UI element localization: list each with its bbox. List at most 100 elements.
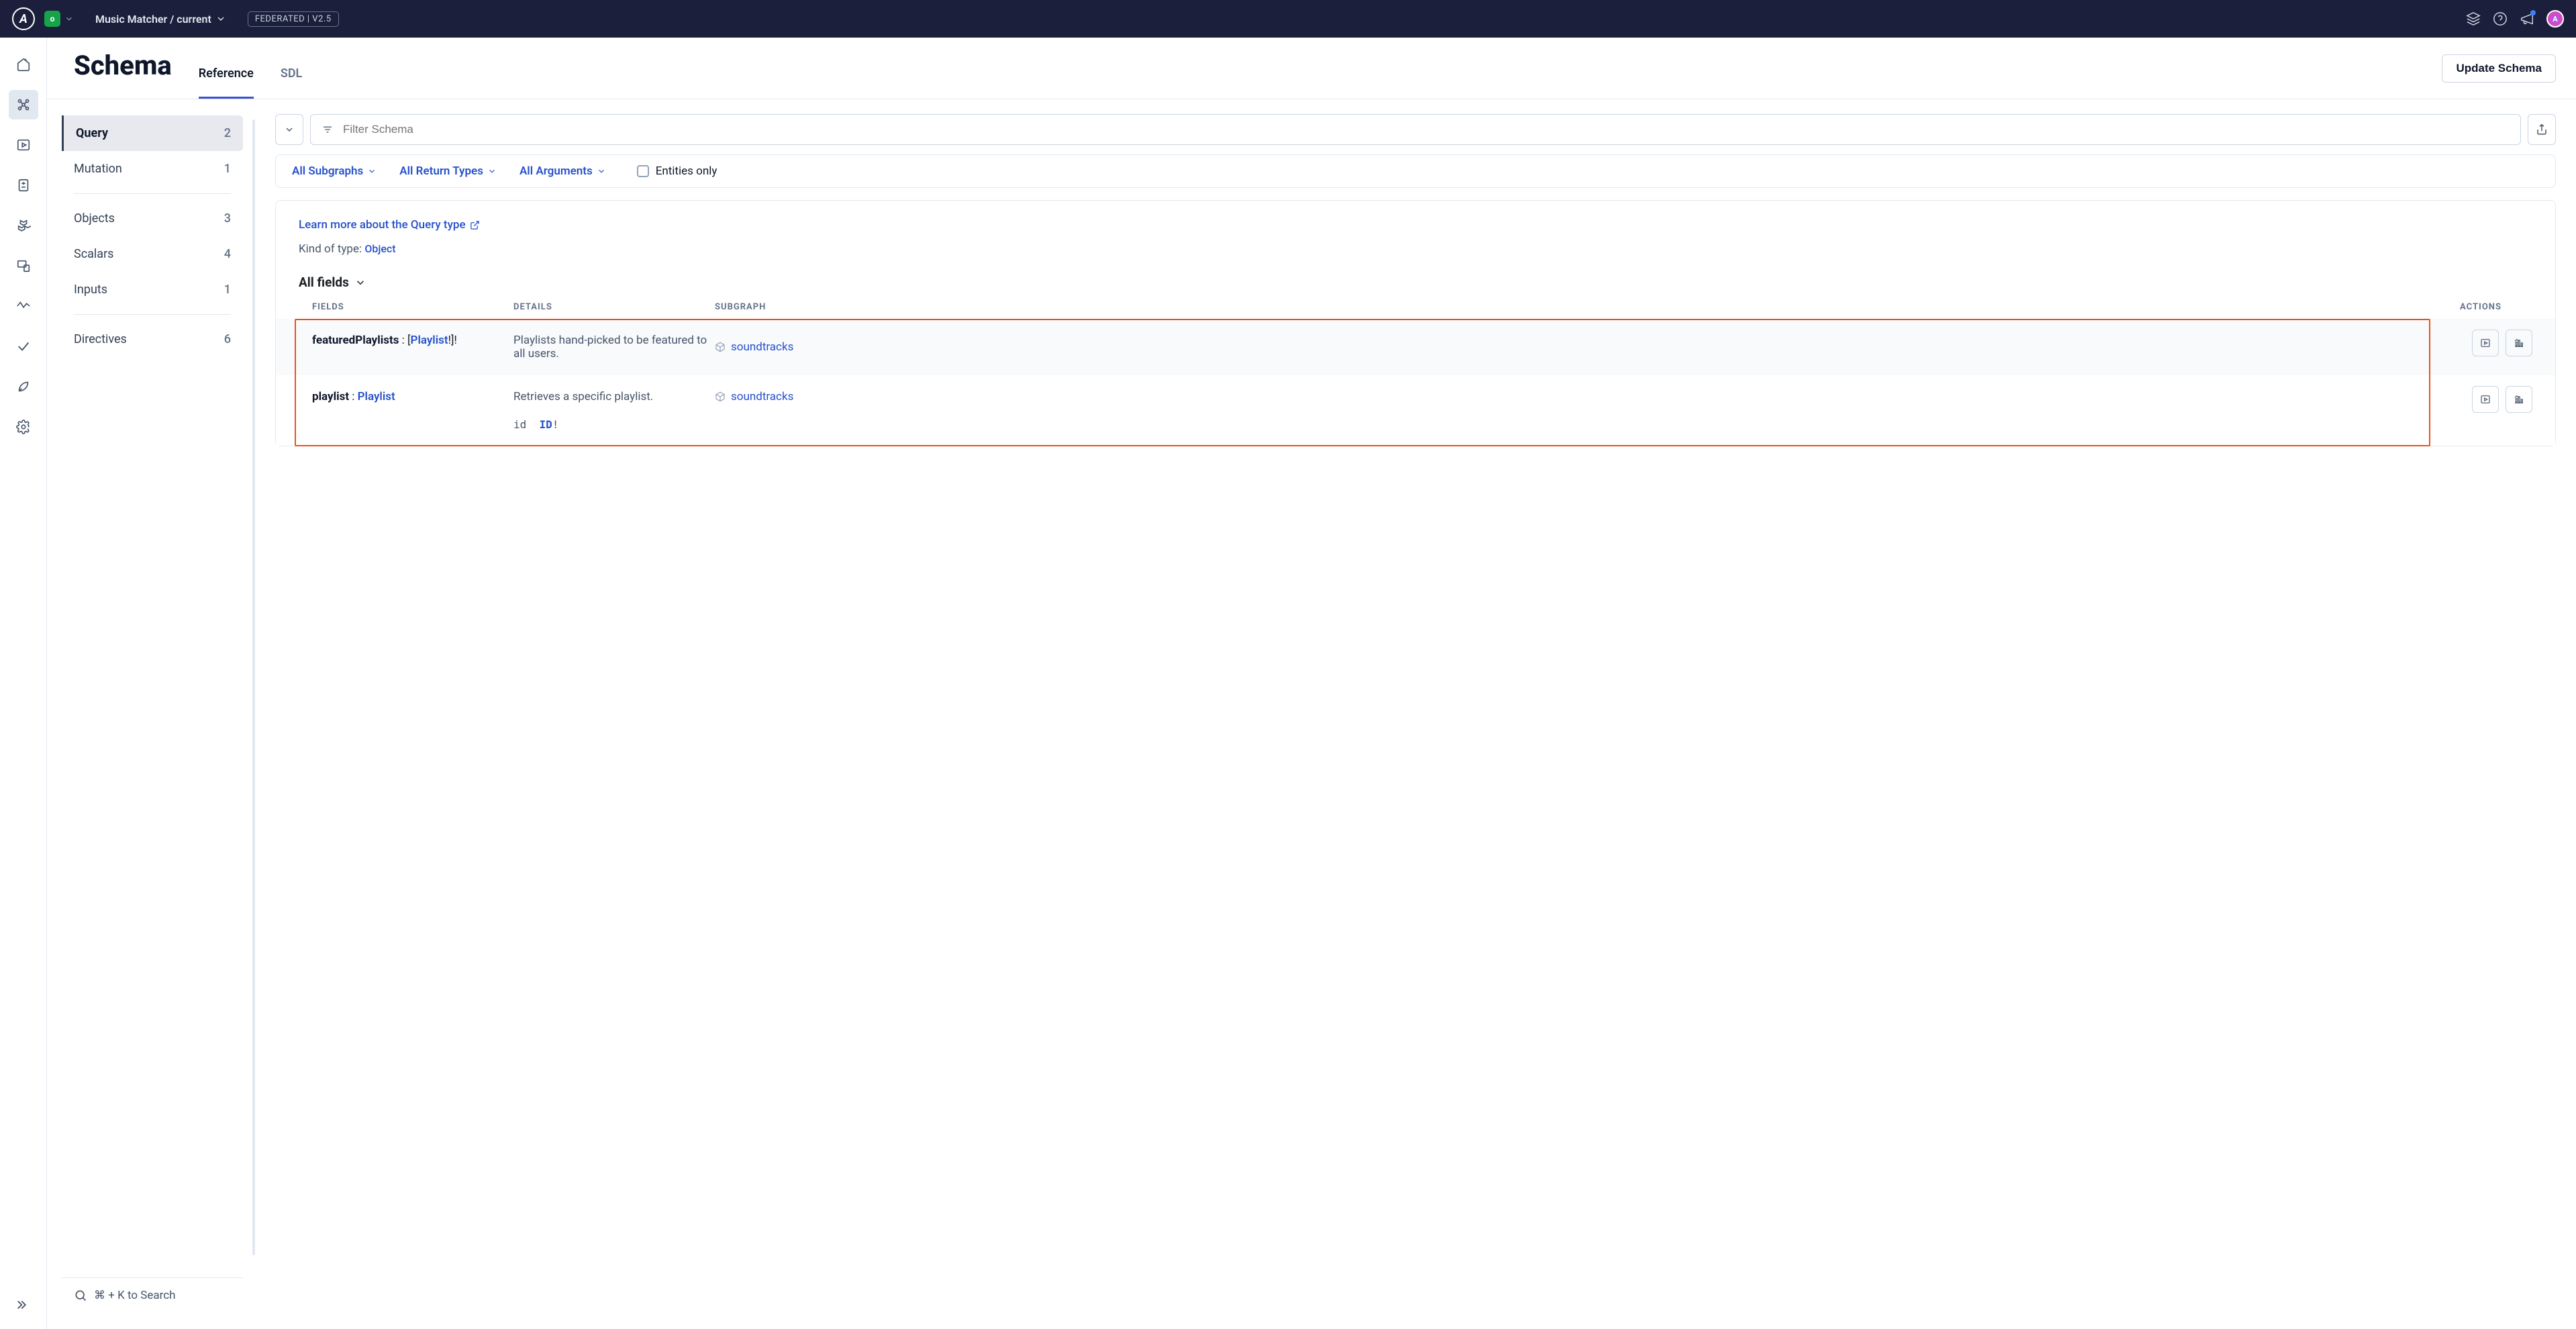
graph-switcher[interactable]: Music Matcher / current (95, 13, 226, 26)
entities-toggle[interactable]: Entities only (637, 164, 717, 178)
nav-clients[interactable] (9, 251, 38, 281)
sidebar-item-mutation[interactable]: Mutation 1 (62, 151, 243, 187)
org-switcher[interactable]: o (44, 11, 74, 27)
all-fields-toggle[interactable]: All fields (299, 275, 2532, 290)
table-row: playlist : Playlist Retrieves a specific… (276, 375, 2555, 446)
learn-more-link[interactable]: Learn more about the Query type (299, 218, 480, 232)
type-card: Learn more about the Query type Kind of … (275, 200, 2556, 446)
sidebar-item-label: Directives (74, 332, 127, 346)
nav-explorer[interactable] (9, 130, 38, 160)
field-subgraph[interactable]: soundtracks (715, 390, 889, 403)
tab-reference[interactable]: Reference (199, 66, 254, 99)
col-details: DETAILS (513, 302, 715, 312)
tab-sdl[interactable]: SDL (281, 66, 302, 99)
sidebar-item-count: 1 (224, 283, 231, 297)
chevron-down-icon (354, 277, 366, 289)
chevron-down-icon (215, 13, 226, 24)
help-icon[interactable] (2493, 11, 2508, 26)
chip-return-types[interactable]: All Return Types (399, 164, 497, 178)
sidebar-item-count: 2 (224, 126, 231, 140)
divider (74, 193, 231, 194)
sidebar-item-label: Query (76, 126, 108, 140)
nav-settings[interactable] (9, 412, 38, 442)
federation-badge: FEDERATED | V2.5 (248, 11, 339, 27)
col-subgraph: SUBGRAPH (715, 302, 889, 312)
apollo-logo[interactable]: A (12, 7, 35, 30)
kind-line: Kind of type: Object (299, 242, 2532, 256)
run-button[interactable] (2472, 386, 2499, 413)
sidebar-item-objects[interactable]: Objects 3 (62, 201, 243, 236)
cube-icon (715, 342, 726, 352)
topbar-right: A (2466, 10, 2564, 28)
insights-button[interactable] (2506, 386, 2532, 413)
run-button[interactable] (2472, 330, 2499, 356)
nav-home[interactable] (9, 50, 38, 79)
filter-input[interactable] (343, 123, 2510, 136)
chevron-down-icon (597, 166, 606, 176)
page-header: Schema Reference SDL Update Schema (47, 38, 2576, 99)
external-link-icon (470, 220, 480, 230)
chevron-down-icon (64, 14, 74, 23)
type-link[interactable]: Playlist (411, 334, 448, 347)
avatar[interactable]: A (2546, 10, 2564, 28)
nav-launches[interactable] (9, 372, 38, 401)
field-subgraph[interactable]: soundtracks (715, 334, 889, 360)
filter-bar (275, 114, 2556, 145)
filter-icon (321, 124, 334, 136)
search-icon (74, 1289, 87, 1302)
field-arg-row: id ID! (299, 418, 2421, 446)
sidebar-item-label: Inputs (74, 283, 107, 297)
search-shortcut[interactable]: ⌘ + K to Search (62, 1277, 243, 1313)
field-signature: playlist : Playlist (312, 390, 513, 403)
nav-schema[interactable] (9, 90, 38, 119)
sidebar-item-label: Objects (74, 211, 115, 226)
sidebar-item-count: 4 (224, 247, 231, 261)
sidebar-item-count: 6 (224, 332, 231, 346)
field-signature: featuredPlaylists : [Playlist!]! (312, 334, 513, 360)
divider (74, 314, 231, 315)
nav-expand[interactable] (9, 1290, 38, 1320)
main-pane: All Subgraphs All Return Types All Argum… (255, 99, 2576, 1329)
sidebar-item-directives[interactable]: Directives 6 (62, 322, 243, 357)
chips-bar: All Subgraphs All Return Types All Argum… (275, 154, 2556, 188)
table-head: FIELDS DETAILS SUBGRAPH ACTIONS (299, 302, 2532, 319)
chip-subgraphs[interactable]: All Subgraphs (292, 164, 377, 178)
col-fields: FIELDS (312, 302, 513, 312)
sidebar-item-query[interactable]: Query 2 (62, 115, 243, 151)
nav-subgraphs[interactable] (9, 211, 38, 240)
sidebar-item-inputs[interactable]: Inputs 1 (62, 272, 243, 307)
nav-changelog[interactable] (9, 170, 38, 200)
arg-type-link[interactable]: ID (540, 418, 552, 431)
page-tabs: Reference SDL (199, 50, 303, 99)
collapse-button[interactable] (275, 114, 303, 145)
fields-table: FIELDS DETAILS SUBGRAPH ACTIONS (276, 302, 2555, 446)
field-description: Retrieves a specific playlist. (513, 390, 715, 403)
announce-icon[interactable] (2520, 11, 2534, 26)
org-badge: o (44, 11, 60, 27)
kind-link[interactable]: Object (364, 242, 395, 255)
chip-arguments[interactable]: All Arguments (519, 164, 606, 178)
page-title: Schema (74, 50, 172, 99)
type-link[interactable]: Playlist (358, 390, 395, 403)
col-actions: ACTIONS (889, 302, 2519, 312)
table-row: featuredPlaylists : [Playlist!]! Playlis… (276, 319, 2555, 375)
export-button[interactable] (2528, 114, 2556, 145)
update-schema-button[interactable]: Update Schema (2442, 54, 2556, 83)
nav-rail (0, 38, 47, 1329)
nav-checks[interactable] (9, 332, 38, 361)
cube-icon (715, 391, 726, 402)
sidebar-item-label: Mutation (74, 162, 122, 176)
sidebar-item-count: 1 (224, 162, 231, 176)
entities-label: Entities only (656, 164, 717, 178)
sidebar-item-count: 3 (224, 211, 231, 226)
topbar: A o Music Matcher / current FEDERATED | … (0, 0, 2576, 38)
nav-insights[interactable] (9, 291, 38, 321)
type-sidebar: Query 2 Mutation 1 Objects 3 Scalars 4 (47, 99, 255, 1329)
field-description: Playlists hand-picked to be featured to … (513, 334, 715, 360)
box-icon[interactable] (2466, 11, 2481, 26)
sidebar-item-scalars[interactable]: Scalars 4 (62, 236, 243, 272)
insights-button[interactable] (2506, 330, 2532, 356)
sidebar-item-label: Scalars (74, 247, 113, 261)
filter-input-wrap[interactable] (310, 114, 2521, 145)
checkbox[interactable] (637, 165, 649, 177)
